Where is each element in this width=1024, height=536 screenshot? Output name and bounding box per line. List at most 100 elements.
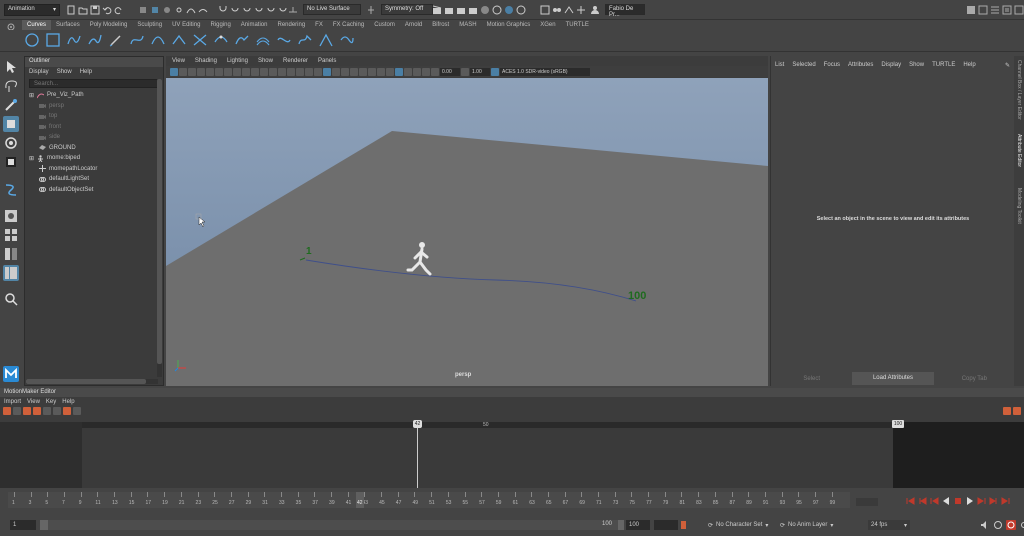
outliner-search-input[interactable]: Search... <box>29 79 159 88</box>
outliner-menu-display[interactable]: Display <box>29 69 49 75</box>
hypershade-icon[interactable] <box>480 5 490 15</box>
viewport-scene[interactable]: 1 100 persp <box>166 78 768 386</box>
shelf-tab-rendering[interactable]: Rendering <box>272 20 310 30</box>
shelf-tab-surfaces[interactable]: Surfaces <box>51 20 85 30</box>
shadows-icon[interactable] <box>341 67 349 76</box>
shelf-tab-arnold[interactable]: Arnold <box>400 20 427 30</box>
fillet-curve-icon[interactable] <box>318 32 334 48</box>
resolution-gate-icon[interactable] <box>242 67 250 76</box>
time-slider[interactable]: 1 3 5 7 9 11 13 15 17 19 21 23 25 27 29 31 33 35 37 39 41 43 4… <box>8 492 850 508</box>
step-back-key-icon[interactable] <box>917 496 927 506</box>
outliner-layout-icon[interactable] <box>3 265 19 281</box>
gamma-field[interactable]: 1.00 <box>470 67 490 76</box>
outliner-vertical-scrollbar[interactable] <box>157 79 162 377</box>
select-joints-icon[interactable] <box>174 5 184 15</box>
xray-active-icon[interactable] <box>413 67 421 76</box>
outliner-item[interactable]: front <box>25 122 163 133</box>
select-surfaces-icon[interactable] <box>198 5 208 15</box>
reverse-curve-icon[interactable] <box>276 32 292 48</box>
mm-tool3-icon[interactable] <box>23 407 31 415</box>
attach-curves-icon[interactable] <box>171 32 187 48</box>
range-slider-bar[interactable] <box>48 520 618 530</box>
mm-key-icon[interactable] <box>3 407 11 415</box>
attr-menu-focus[interactable]: Focus <box>824 62 840 68</box>
motion-blur-icon[interactable] <box>359 67 367 76</box>
user-account-dropdown[interactable]: Fabio De Pr... <box>605 4 645 18</box>
arnold-settings-icon[interactable] <box>516 5 526 15</box>
step-back-frame-icon[interactable] <box>929 496 939 506</box>
outliner-item[interactable]: ⊞ mome:biped <box>25 153 163 164</box>
viewport-menu-show[interactable]: Show <box>258 58 273 64</box>
render-current-frame-icon[interactable] <box>444 5 454 15</box>
xray-joints-icon[interactable] <box>404 67 412 76</box>
loop-icon[interactable] <box>993 520 1003 530</box>
viewport-menu-shading[interactable]: Shading <box>195 58 217 64</box>
shelf-tab-rigging[interactable]: Rigging <box>205 20 235 30</box>
stop-icon[interactable] <box>953 496 963 506</box>
render-settings-icon[interactable] <box>468 5 478 15</box>
outliner-menu-help[interactable]: Help <box>80 69 92 75</box>
gate-mask-icon[interactable] <box>251 67 259 76</box>
anim-layer-dropdown[interactable]: ⟳ No Anim Layer ▾ <box>780 520 833 530</box>
attr-menu-selected[interactable]: Selected <box>792 62 815 68</box>
animation-end-field[interactable]: 100 <box>626 520 650 530</box>
mm-tool2-icon[interactable] <box>13 407 21 415</box>
search-icon[interactable] <box>3 291 19 307</box>
viewport-menu-lighting[interactable]: Lighting <box>227 58 248 64</box>
bookmarks-icon[interactable] <box>188 67 196 76</box>
snap-grid-icon[interactable] <box>218 5 228 15</box>
paint-select-icon[interactable] <box>3 97 19 113</box>
exposure-field[interactable]: 0.00 <box>440 67 460 76</box>
outliner-item[interactable]: momepathLocator <box>25 164 163 175</box>
shelf-tab-sculpting[interactable]: Sculpting <box>132 20 167 30</box>
curve-tool-icon[interactable] <box>3 182 19 198</box>
component-mode-icon[interactable] <box>162 5 172 15</box>
field-chart-icon[interactable] <box>260 67 268 76</box>
uv-editor-icon[interactable] <box>576 5 586 15</box>
insert-knot-icon[interactable] <box>213 32 229 48</box>
shelf-tab-xgen[interactable]: XGen <box>535 20 560 30</box>
redo-icon[interactable] <box>114 5 124 15</box>
side-tab-attribute-editor[interactable]: Attribute Editor <box>1016 134 1022 184</box>
outliner-item[interactable]: defaultObjectSet <box>25 185 163 196</box>
save-scene-icon[interactable] <box>90 5 100 15</box>
detach-curves-icon[interactable] <box>192 32 208 48</box>
offset-curve-icon[interactable] <box>255 32 271 48</box>
default-material-icon[interactable] <box>305 67 313 76</box>
arc-tool-icon[interactable] <box>150 32 166 48</box>
2d-pan-zoom-icon[interactable] <box>206 67 214 76</box>
shelf-tab-motion-graphics[interactable]: Motion Graphics <box>482 20 536 30</box>
extend-curve-icon[interactable] <box>234 32 250 48</box>
playhead-marker[interactable]: 42 <box>413 420 422 428</box>
cache-playback-icon[interactable] <box>1006 520 1016 530</box>
attr-menu-show[interactable]: Show <box>909 62 924 68</box>
playhead-line[interactable] <box>417 422 418 488</box>
grid-toggle-icon[interactable] <box>224 67 232 76</box>
expand-icon[interactable]: ⊞ <box>29 92 34 99</box>
shelf-tab-bifrost[interactable]: Bifrost <box>427 20 454 30</box>
render-clapper-icon[interactable] <box>432 5 442 15</box>
scale-tool-icon[interactable] <box>3 154 19 170</box>
step-forward-frame-icon[interactable] <box>977 496 987 506</box>
cut-curve-icon[interactable] <box>339 32 355 48</box>
current-frame-field[interactable] <box>856 498 878 506</box>
mm-dock-icon[interactable] <box>1003 407 1011 415</box>
shelf-tab-poly-modeling[interactable]: Poly Modeling <box>85 20 133 30</box>
open-scene-icon[interactable] <box>78 5 88 15</box>
character-set-dropdown[interactable]: ⟳ No Character Set ▾ <box>708 520 768 530</box>
isolate-select-icon[interactable] <box>386 67 394 76</box>
bezier-curve-icon[interactable] <box>129 32 145 48</box>
wireframe-on-shaded-icon[interactable] <box>314 67 322 76</box>
side-tab-modeling-toolkit[interactable]: Modeling Toolkit <box>1016 188 1022 238</box>
expand-icon[interactable]: ⊞ <box>29 155 34 162</box>
go-to-end-icon[interactable] <box>1001 496 1011 506</box>
side-tab-channel-box[interactable]: Channel Box / Layer Editor <box>1016 60 1022 130</box>
nurbs-square-icon[interactable] <box>45 32 61 48</box>
color-management-icon[interactable] <box>491 67 499 76</box>
select-camera-icon[interactable] <box>170 67 178 76</box>
film-gate-icon[interactable] <box>233 67 241 76</box>
copy-tab-button[interactable]: Copy Tab <box>934 376 1015 382</box>
screen-space-ao-icon[interactable] <box>350 67 358 76</box>
textured-icon[interactable] <box>323 67 331 76</box>
graph-editor-icon[interactable] <box>564 5 574 15</box>
